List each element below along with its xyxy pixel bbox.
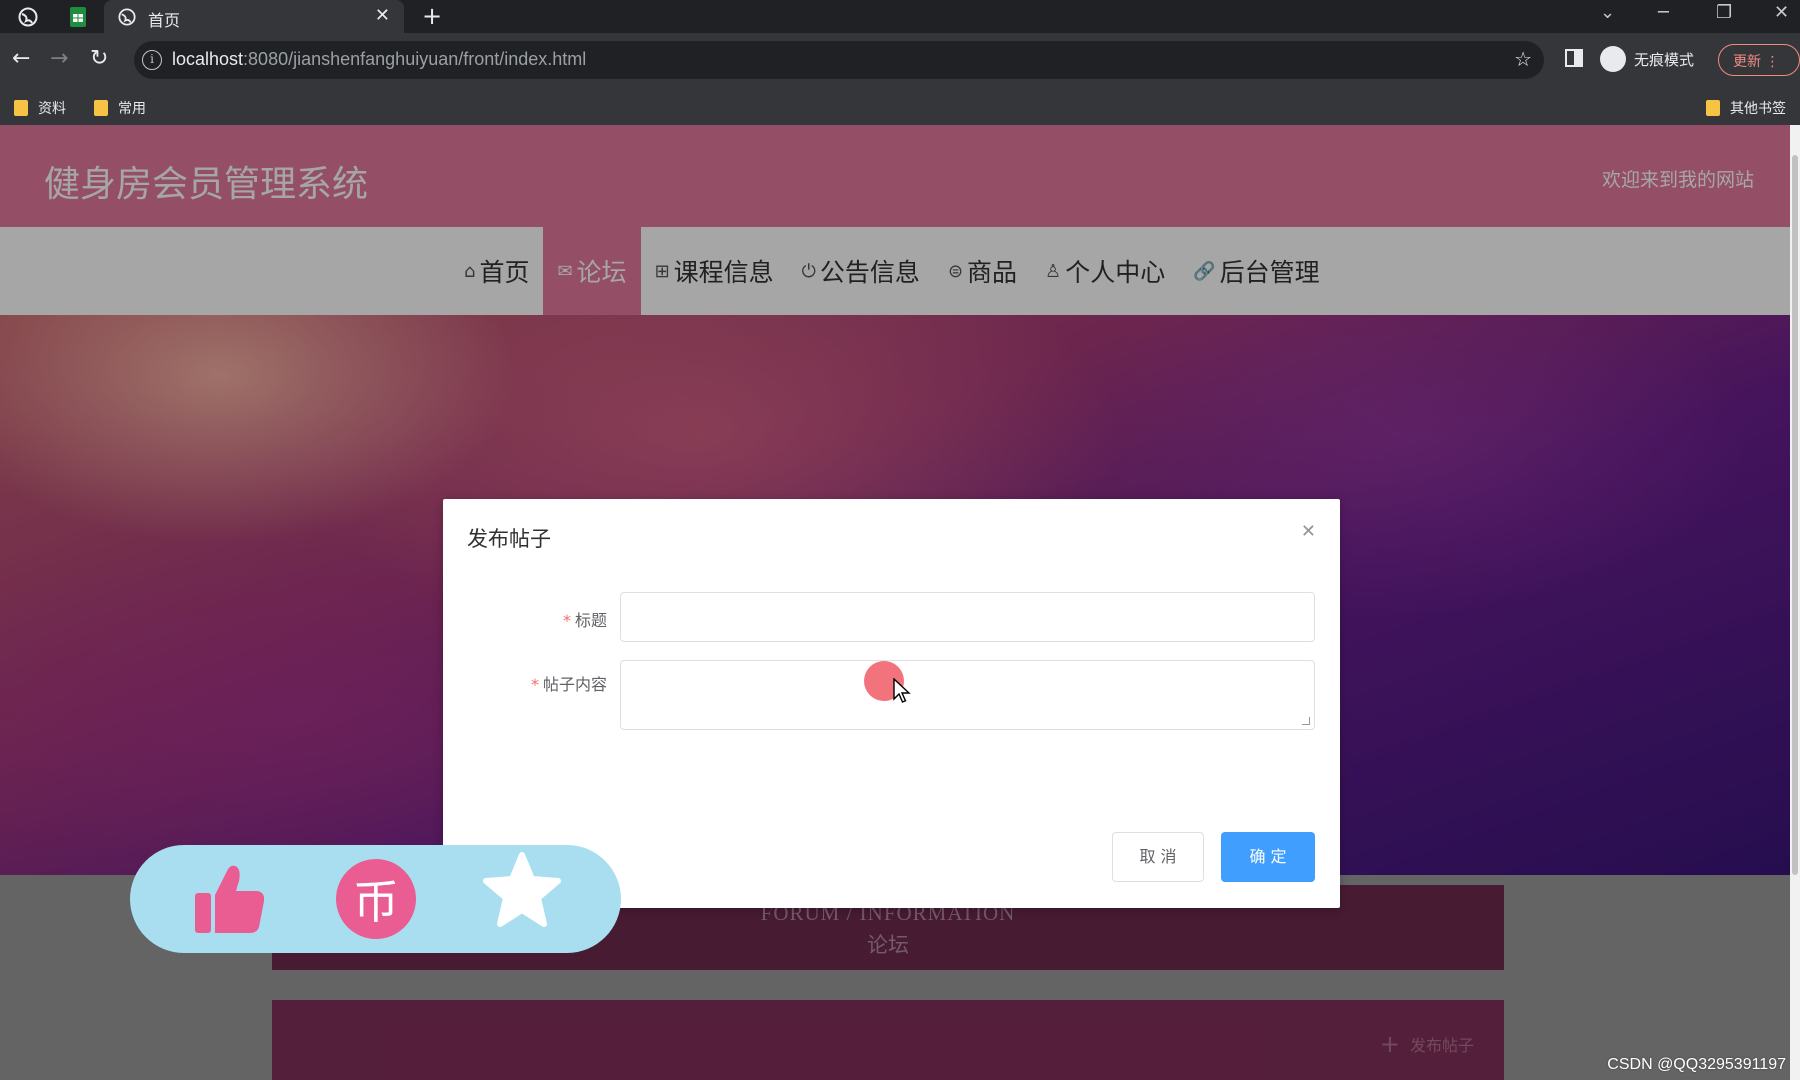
bookmark-folder-changyong[interactable]: 常用	[94, 98, 146, 118]
update-button[interactable]: 更新 ⋮	[1718, 44, 1800, 76]
bookmark-folder-ziliao[interactable]: 资料	[14, 98, 66, 118]
thumbs-up-icon[interactable]	[190, 859, 270, 939]
window-close-icon[interactable]: ✕	[1774, 2, 1789, 23]
address-bar[interactable]: i localhost:8080/jianshenfanghuiyuan/fro…	[134, 41, 1544, 79]
other-bookmarks-folder[interactable]: 其他书签	[1706, 98, 1786, 118]
update-label: 更新	[1733, 54, 1761, 70]
star-icon[interactable]	[482, 851, 562, 931]
title-field-label: * 标题	[562, 611, 607, 630]
sheets-tab-icon[interactable]	[66, 5, 90, 29]
globe-icon	[118, 8, 136, 30]
resize-handle-icon[interactable]	[1302, 717, 1310, 725]
tab-search-chevron-icon[interactable]: ⌄	[1600, 2, 1615, 23]
dialog-close-icon[interactable]: ✕	[1301, 521, 1316, 542]
title-input[interactable]	[620, 592, 1315, 642]
tab-close-icon[interactable]: ✕	[375, 5, 390, 26]
reload-icon[interactable]: ↻	[90, 46, 108, 71]
active-tab[interactable]: 首页 ✕	[104, 0, 404, 33]
minimize-icon[interactable]: ─	[1658, 2, 1669, 23]
incognito-label: 无痕模式	[1634, 50, 1695, 69]
content-field-label: * 帖子内容	[530, 675, 607, 694]
tab-title: 首页	[148, 11, 181, 30]
folder-icon	[14, 100, 28, 116]
browser-tab-strip: 首页 ✕ + ⌄ ─ ❐ ✕	[0, 0, 1800, 33]
coin-glyph: 币	[336, 859, 416, 939]
scrollbar-thumb[interactable]	[1792, 155, 1798, 875]
folder-icon	[1706, 100, 1720, 116]
cancel-button[interactable]: 取 消	[1112, 832, 1204, 882]
bookmark-label: 常用	[118, 101, 146, 117]
incognito-indicator[interactable]: 无痕模式	[1600, 46, 1694, 72]
side-panel-icon[interactable]	[1565, 49, 1583, 67]
coin-icon[interactable]: 币	[336, 859, 416, 939]
mouse-cursor-icon	[893, 678, 911, 703]
restore-icon[interactable]: ❐	[1716, 2, 1732, 23]
forward-arrow-icon[interactable]: →	[50, 46, 68, 71]
triple-action-widget: 币	[130, 845, 621, 953]
page-scrollbar[interactable]	[1790, 125, 1800, 1080]
browser-toolbar: ← → ↻ i localhost:8080/jianshenfanghuiyu…	[0, 33, 1800, 89]
new-tab-icon[interactable]: +	[422, 2, 442, 30]
back-arrow-icon[interactable]: ←	[12, 46, 30, 71]
content-textarea[interactable]	[620, 660, 1315, 730]
other-bookmarks-label: 其他书签	[1730, 101, 1786, 117]
incognito-icon	[1600, 46, 1626, 72]
bookmark-star-icon[interactable]: ☆	[1514, 47, 1532, 71]
bookmarks-bar: 资料 常用 其他书签	[0, 89, 1800, 125]
tab-globe-icon[interactable]	[16, 5, 40, 29]
bookmark-label: 资料	[38, 101, 66, 117]
csdn-watermark: CSDN @QQ3295391197	[1607, 1056, 1786, 1073]
site-info-icon[interactable]: i	[142, 50, 162, 70]
folder-icon	[94, 100, 108, 116]
url-text: localhost:8080/jianshenfanghuiyuan/front…	[172, 49, 587, 69]
confirm-button[interactable]: 确 定	[1221, 832, 1315, 882]
dialog-title: 发布帖子	[467, 527, 551, 551]
